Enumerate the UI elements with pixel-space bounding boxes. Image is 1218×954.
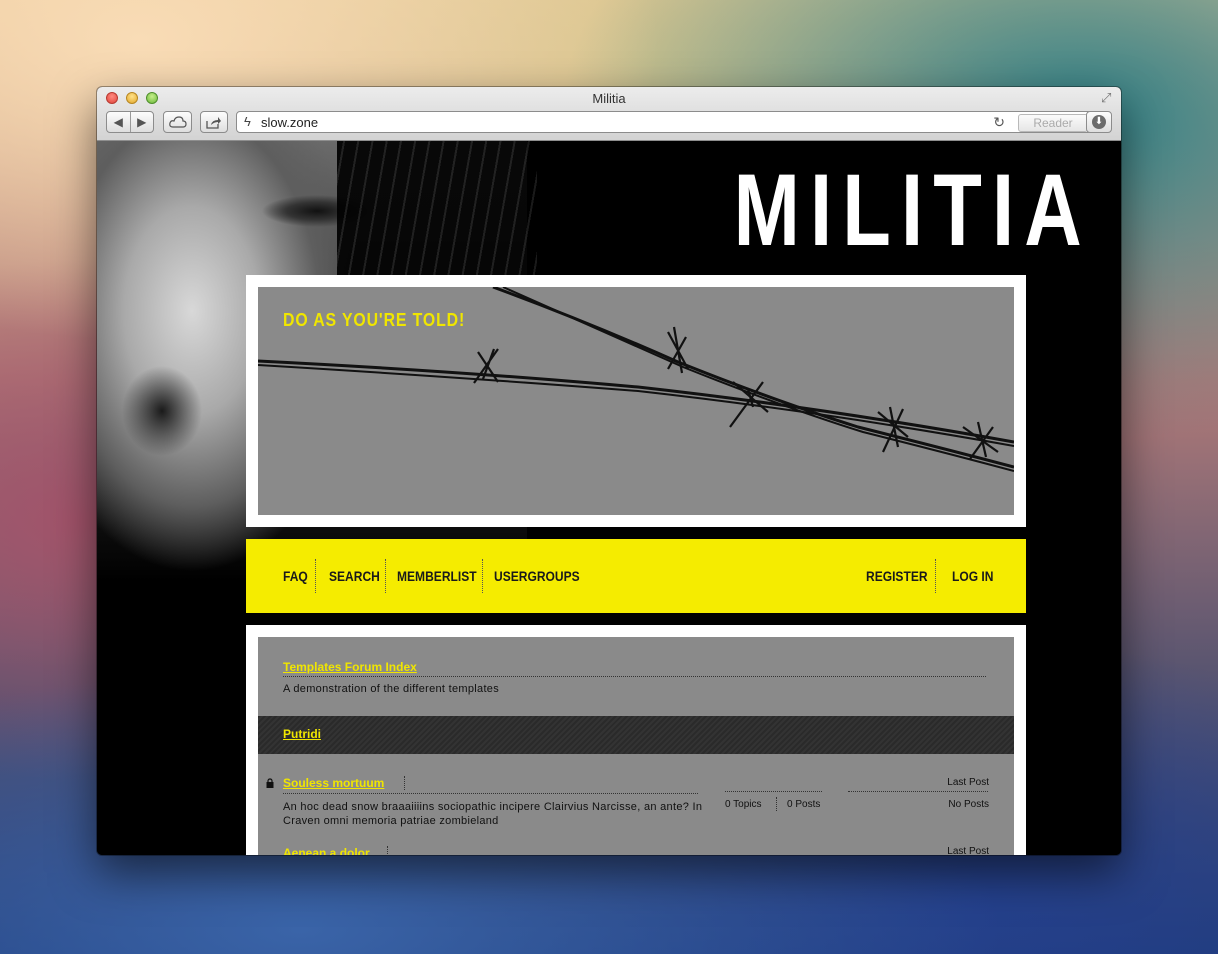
forum-title-link[interactable]: Aenean a dolor — [283, 846, 370, 855]
nav-search[interactable]: SEARCH — [329, 568, 380, 584]
fullscreen-icon[interactable]: ⤢ — [1101, 91, 1115, 105]
forum-title-divider — [283, 793, 698, 794]
nav-memberlist[interactable]: MEMBERLIST — [397, 568, 477, 584]
icloud-tabs-button[interactable] — [163, 111, 192, 133]
forum-content: Templates Forum Index A demonstration of… — [258, 637, 1014, 855]
forward-icon[interactable]: ▶ — [131, 115, 154, 129]
site-logo[interactable]: MILITIA — [734, 159, 1082, 261]
posts-count: 0 Posts — [787, 799, 821, 810]
browser-window: Militia ⤢ ◀ ▶ ϟ slow.zone ↻ Reader ⬇ MIL… — [97, 87, 1121, 855]
icloud-icon — [168, 116, 187, 128]
last-post-label: Last Post — [947, 846, 989, 855]
download-icon: ⬇ — [1092, 115, 1106, 129]
main-navbar: FAQ SEARCH MEMBERLIST USERGROUPS REGISTE… — [246, 539, 1026, 613]
nav-register[interactable]: REGISTER — [866, 568, 928, 584]
forum-content-panel: Templates Forum Index A demonstration of… — [246, 625, 1026, 855]
forum-description: An hoc dead snow braaaiiiins sociopathic… — [283, 801, 703, 827]
lock-icon — [266, 778, 274, 788]
breadcrumb[interactable]: Templates Forum Index — [283, 660, 417, 674]
back-icon[interactable]: ◀ — [107, 115, 130, 129]
hero-banner: DO AS YOU'RE TOLD! — [246, 275, 1026, 527]
downloads-button[interactable]: ⬇ — [1086, 111, 1112, 133]
web-page: MILITIA DO AS YOU'RE TOLD! FAQ SEARCH ME… — [97, 141, 1121, 855]
forum-title-link[interactable]: Souless mortuum — [283, 776, 384, 790]
topics-count: 0 Topics — [725, 799, 762, 810]
breadcrumb-divider — [283, 676, 986, 677]
back-forward-group: ◀ ▶ — [106, 111, 154, 133]
nav-login[interactable]: LOG IN — [952, 568, 993, 584]
address-bar[interactable]: ϟ slow.zone ↻ Reader — [236, 111, 1092, 133]
site-tagline: DO AS YOU'RE TOLD! — [283, 310, 466, 330]
window-title: Militia — [592, 91, 626, 106]
reader-button[interactable]: Reader — [1018, 114, 1088, 132]
last-post-label: Last Post — [947, 777, 989, 788]
forum-index-description: A demonstration of the different templat… — [283, 683, 500, 695]
reload-icon[interactable]: ↻ — [993, 114, 1005, 131]
nav-faq[interactable]: FAQ — [283, 568, 308, 584]
hero-image: DO AS YOU'RE TOLD! — [258, 287, 1014, 515]
header-hair-texture — [337, 141, 537, 281]
last-post-value: No Posts — [948, 799, 989, 810]
nav-usergroups[interactable]: USERGROUPS — [494, 568, 580, 584]
browser-toolbar: Militia ⤢ ◀ ▶ ϟ slow.zone ↻ Reader ⬇ — [97, 87, 1121, 141]
share-icon — [206, 116, 221, 129]
url-text: slow.zone — [261, 115, 319, 130]
category-header: Putridi — [258, 716, 1014, 754]
category-link[interactable]: Putridi — [283, 727, 321, 741]
site-icon: ϟ — [244, 114, 251, 129]
share-button[interactable] — [200, 111, 228, 133]
